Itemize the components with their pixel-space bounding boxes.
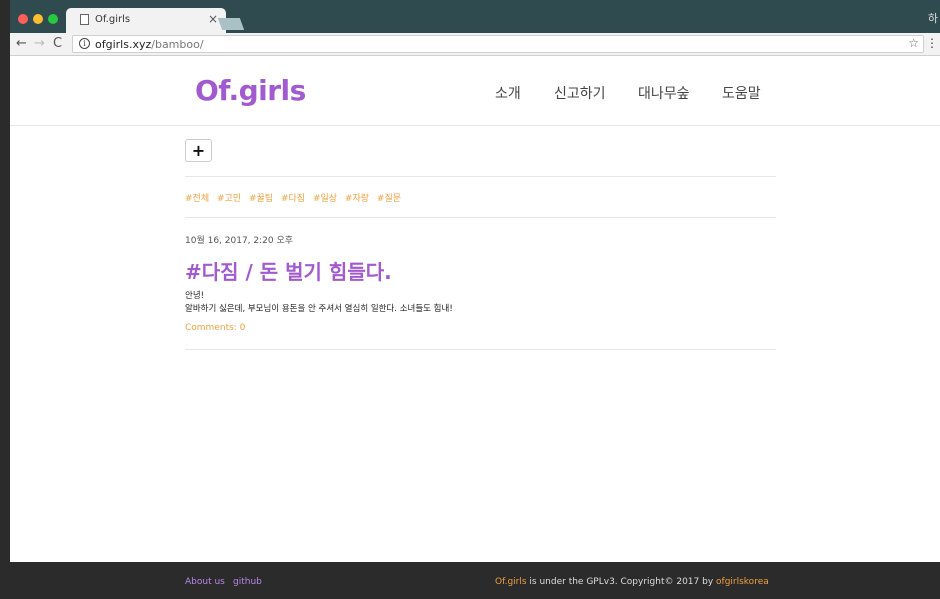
site-logo[interactable]: Of.girls xyxy=(195,74,306,107)
tag-brag[interactable]: #자랑 xyxy=(345,194,369,204)
nav-item-bamboo[interactable]: 대나무숲 xyxy=(638,83,690,103)
profile-glyph[interactable]: 하 xyxy=(928,10,938,26)
page-icon xyxy=(80,14,89,25)
post-title[interactable]: #다짐 / 돈 벌기 힘들다. xyxy=(185,256,392,285)
github-link[interactable]: github xyxy=(233,577,262,587)
forward-icon[interactable]: → xyxy=(34,36,45,51)
copyright-text: Of.girls is under the GPLv3. Copyright© … xyxy=(495,577,769,587)
maximize-window-button[interactable] xyxy=(48,14,58,24)
post-date: 10월 16, 2017, 2:20 오후 xyxy=(185,236,294,246)
tab-close-icon[interactable]: × xyxy=(208,12,218,26)
page-content: Of.girls 소개 신고하기 대나무숲 도움말 + #전체 #고민 #꿀팁 … xyxy=(10,56,940,562)
tab-bar: Of.girls × 하 xyxy=(10,0,940,33)
url-text[interactable]: ofgirls.xyz/bamboo/ xyxy=(95,38,204,51)
tag-question[interactable]: #질문 xyxy=(377,194,401,204)
footer-brand-link[interactable]: Of.girls xyxy=(495,577,527,587)
address-row: ← → C i ofgirls.xyz/bamboo/ ☆ ⋮ xyxy=(10,33,940,56)
info-icon[interactable]: i xyxy=(79,38,90,49)
close-window-button[interactable] xyxy=(18,14,28,24)
tag-filter-list: #전체 #고민 #꿀팁 #다짐 #일상 #자랑 #질문 xyxy=(185,191,406,204)
comments-link[interactable]: Comments: 0 xyxy=(185,323,245,333)
browser-chrome: Of.girls × 하 ← → C i ofgirls.xyz/bamboo/… xyxy=(10,0,940,56)
nav-item-help[interactable]: 도움말 xyxy=(722,83,761,103)
browser-menu-icon[interactable]: ⋮ xyxy=(926,36,938,50)
site-footer: About us github Of.girls is under the GP… xyxy=(10,562,940,599)
add-post-button[interactable]: + xyxy=(185,139,212,162)
license-text: is under the GPLv3. Copyright© 2017 by xyxy=(526,577,717,587)
reload-icon[interactable]: C xyxy=(53,36,62,51)
url-path: /bamboo/ xyxy=(151,38,204,51)
post-body: 안녕! 알바하기 싫은데, 부모님이 용돈을 안 주셔서 열심히 일한다. 소녀… xyxy=(185,290,453,316)
tag-tip[interactable]: #꿀팁 xyxy=(249,194,273,204)
new-tab-button[interactable] xyxy=(217,18,245,30)
bookmark-star-icon[interactable]: ☆ xyxy=(908,36,919,50)
divider xyxy=(185,217,776,218)
tag-all[interactable]: #전체 xyxy=(185,194,209,204)
nav-item-intro[interactable]: 소개 xyxy=(495,83,521,103)
tag-worry[interactable]: #고민 xyxy=(217,194,241,204)
post-body-line: 안녕! xyxy=(185,291,205,301)
divider xyxy=(185,349,776,350)
nav-item-report[interactable]: 신고하기 xyxy=(554,83,606,103)
divider xyxy=(185,176,776,177)
site-header: Of.girls 소개 신고하기 대나무숲 도움말 xyxy=(10,56,940,126)
tag-daily[interactable]: #일상 xyxy=(313,194,337,204)
tag-resolve[interactable]: #다짐 xyxy=(281,194,305,204)
tab-title: Of.girls xyxy=(95,14,131,25)
about-us-link[interactable]: About us xyxy=(185,577,225,587)
minimize-window-button[interactable] xyxy=(33,14,43,24)
post-body-line: 알바하기 싫은데, 부모님이 용돈을 안 주셔서 열심히 일한다. 소녀들도 힘… xyxy=(185,304,453,314)
address-bar[interactable]: i ofgirls.xyz/bamboo/ ☆ xyxy=(72,35,924,53)
browser-tab[interactable]: Of.girls × xyxy=(66,8,226,33)
back-icon[interactable]: ← xyxy=(16,36,27,51)
author-link[interactable]: ofgirlskorea xyxy=(716,577,769,587)
url-host: ofgirls.xyz xyxy=(95,38,152,51)
window-edge xyxy=(0,0,10,599)
